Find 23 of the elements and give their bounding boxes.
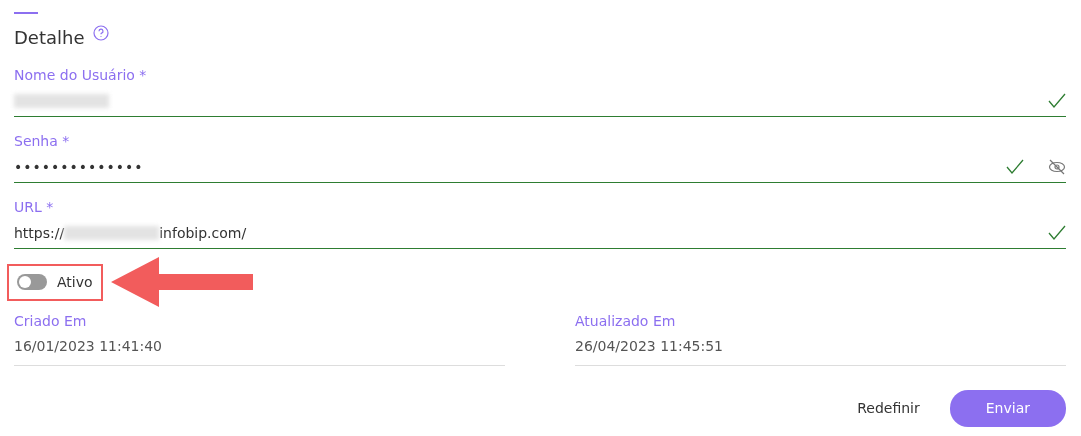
- date-label: Atualizado Em: [575, 312, 677, 331]
- toggle-switch[interactable]: [17, 274, 47, 290]
- field-label: URL *: [14, 198, 55, 217]
- input-field[interactable]: https:// infobip.com/: [14, 218, 1066, 249]
- date-value: 16/01/2023 11:41:40: [14, 332, 505, 366]
- help-icon[interactable]: [92, 24, 109, 41]
- date-value: 26/04/2023 11:45:51: [575, 332, 1066, 366]
- field-label: Nome do Usuário *: [14, 66, 148, 85]
- switch-label: Ativo: [57, 272, 93, 292]
- check-icon: [1048, 93, 1066, 109]
- field-value: infobip.com/: [159, 223, 247, 243]
- check-icon: [1048, 225, 1066, 241]
- field-label: Senha *: [14, 132, 71, 151]
- field-value: https://: [14, 223, 65, 243]
- arrow-icon: [110, 257, 253, 307]
- hidden-eye-icon[interactable]: [1048, 159, 1066, 175]
- date-label: Criado Em: [14, 312, 88, 331]
- reset-button[interactable]: Redefinir: [843, 390, 934, 427]
- field-value: ••••••••••••••: [14, 157, 144, 177]
- submit-button[interactable]: Enviar: [949, 390, 1066, 427]
- password-field[interactable]: ••••••••••••••: [14, 152, 1066, 183]
- check-icon: [1006, 159, 1024, 175]
- section-title: Detalhe: [14, 26, 85, 50]
